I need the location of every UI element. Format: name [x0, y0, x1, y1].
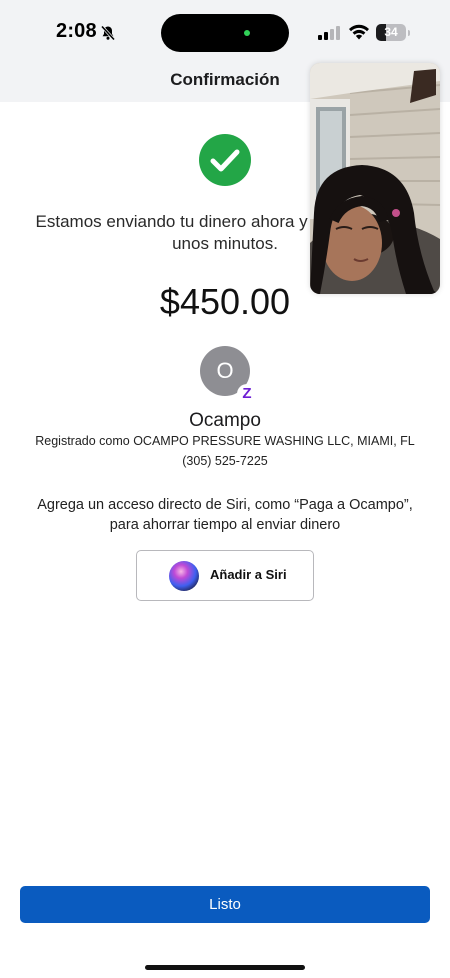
status-bar: 2:08 34 — [0, 0, 450, 64]
video-frame-image — [310, 63, 440, 294]
battery-cap — [408, 30, 410, 36]
dynamic-island — [161, 14, 289, 52]
home-indicator[interactable] — [145, 965, 305, 970]
zelle-badge-icon: Z — [237, 384, 257, 404]
done-button-label: Listo — [209, 896, 241, 913]
signal-icon — [318, 26, 340, 40]
bell-slash-icon — [100, 25, 116, 41]
add-to-siri-button[interactable]: Añadir a Siri — [136, 550, 314, 601]
battery-percent: 34 — [384, 25, 398, 39]
wifi-icon — [349, 24, 369, 40]
facetime-video-overlay[interactable] — [310, 63, 440, 294]
status-time: 2:08 — [56, 20, 97, 42]
recipient-registered-as: Registrado como OCAMPO PRESSURE WASHING … — [35, 434, 415, 448]
battery-indicator: 34 — [376, 24, 406, 41]
check-circle-icon — [199, 134, 251, 186]
camera-indicator-dot — [244, 30, 250, 36]
add-to-siri-label: Añadir a Siri — [210, 567, 287, 582]
recipient-name: Ocampo — [189, 410, 261, 431]
siri-shortcut-hint: Agrega un acceso directo de Siri, como “… — [37, 497, 413, 533]
done-button[interactable]: Listo — [20, 886, 430, 923]
siri-icon — [169, 561, 199, 591]
recipient-phone: (305) 525-7225 — [182, 454, 268, 468]
